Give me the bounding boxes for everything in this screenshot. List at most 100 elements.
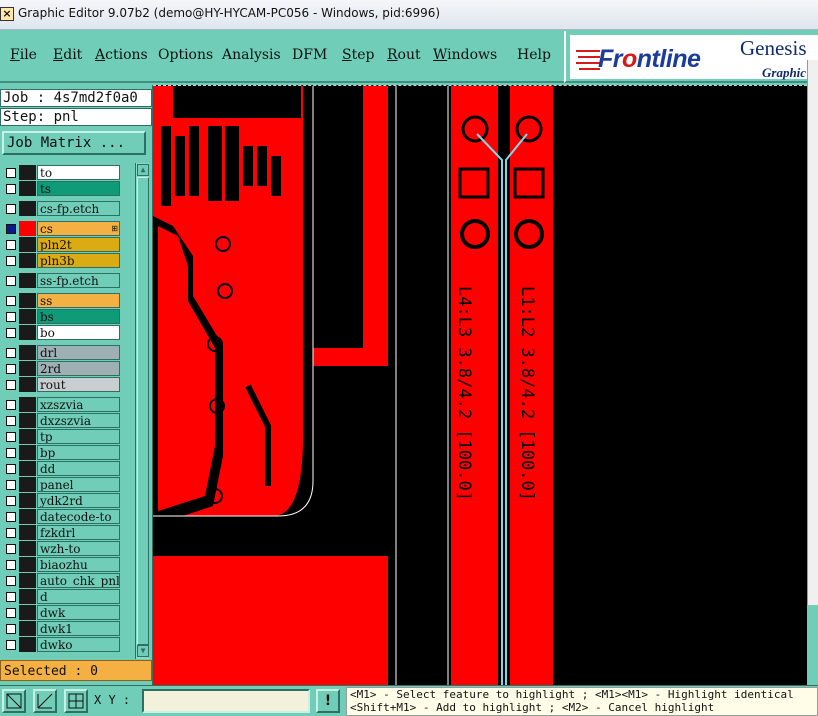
layer-name[interactable]: dd <box>37 461 120 476</box>
layer-affected-toggle[interactable] <box>19 429 36 444</box>
layer-affected-toggle[interactable] <box>19 221 36 236</box>
layer-checkbox[interactable] <box>6 168 16 178</box>
layer-checkbox[interactable] <box>6 256 16 266</box>
layer-name[interactable]: dxzszvia <box>37 413 120 428</box>
layer-affected-toggle[interactable] <box>19 273 36 288</box>
layer-checkbox[interactable] <box>6 204 16 214</box>
layer-affected-toggle[interactable] <box>19 345 36 360</box>
layer-affected-toggle[interactable] <box>19 397 36 412</box>
layer-row-cs-fp-etch[interactable]: cs-fp.etch <box>2 201 120 216</box>
layer-affected-toggle[interactable] <box>19 461 36 476</box>
menu-actions[interactable]: Actions <box>95 47 148 63</box>
layer-affected-toggle[interactable] <box>19 293 36 308</box>
layer-checkbox[interactable] <box>6 380 16 390</box>
layer-row-dd[interactable]: dd <box>2 461 120 476</box>
layer-name[interactable]: dwk <box>37 605 120 620</box>
layer-name[interactable]: cs-fp.etch <box>37 201 120 216</box>
layer-checkbox[interactable] <box>6 416 16 426</box>
layer-checkbox[interactable] <box>6 624 16 634</box>
grid-snap-button[interactable] <box>64 689 88 713</box>
layer-name[interactable]: cs <box>37 221 120 236</box>
canvas-side-scroll[interactable] <box>807 60 818 605</box>
layer-name[interactable]: datecode-to <box>37 509 120 524</box>
layer-checkbox[interactable] <box>6 400 16 410</box>
layer-affected-toggle[interactable] <box>19 445 36 460</box>
layer-affected-toggle[interactable] <box>19 361 36 376</box>
menu-edit[interactable]: Edit <box>53 47 82 63</box>
menu-help[interactable]: Help <box>517 47 551 63</box>
warning-button[interactable]: ! <box>316 689 340 713</box>
layer-affected-toggle[interactable] <box>19 413 36 428</box>
layer-row-cs[interactable]: cs ⊞ <box>2 221 120 236</box>
layer-row-ss[interactable]: ss <box>2 293 120 308</box>
layer-row-ts[interactable]: ts <box>2 181 120 196</box>
layer-affected-toggle[interactable] <box>19 309 36 324</box>
layer-name[interactable]: d <box>37 589 120 604</box>
layer-row-d[interactable]: d <box>2 589 120 604</box>
layer-row-ss-fp-etch[interactable]: ss-fp.etch <box>2 273 120 288</box>
layer-affected-toggle[interactable] <box>19 201 36 216</box>
layer-checkbox[interactable] <box>6 348 16 358</box>
layer-name[interactable]: to <box>37 165 120 180</box>
layer-name[interactable]: bp <box>37 445 120 460</box>
layer-affected-toggle[interactable] <box>19 637 36 652</box>
layer-checkbox[interactable] <box>6 364 16 374</box>
layer-row-xzszvia[interactable]: xzszvia <box>2 397 120 412</box>
layer-name[interactable]: ss <box>37 293 120 308</box>
layer-checkbox[interactable] <box>6 608 16 618</box>
layer-name[interactable]: pln2t <box>37 237 120 252</box>
layer-row-bp[interactable]: bp <box>2 445 120 460</box>
layer-scrollbar[interactable]: ▲ ▼ <box>135 163 149 659</box>
layer-affected-toggle[interactable] <box>19 253 36 268</box>
layer-checkbox[interactable] <box>6 276 16 286</box>
layer-checkbox[interactable] <box>6 448 16 458</box>
menu-dfm[interactable]: DFM <box>292 47 327 63</box>
layer-affected-toggle[interactable] <box>19 377 36 392</box>
scroll-down-icon[interactable]: ▼ <box>137 645 149 657</box>
layer-checkbox[interactable] <box>6 576 16 586</box>
layer-name[interactable]: rout <box>37 377 120 392</box>
layer-row-tp[interactable]: tp <box>2 429 120 444</box>
layer-checkbox[interactable] <box>6 328 16 338</box>
layer-checkbox[interactable] <box>6 240 16 250</box>
layer-row-dwk1[interactable]: dwk1 <box>2 621 120 636</box>
layer-name[interactable]: pln3b <box>37 253 120 268</box>
layer-checkbox[interactable] <box>6 432 16 442</box>
layer-name[interactable]: ts <box>37 181 120 196</box>
layer-checkbox[interactable] <box>6 496 16 506</box>
layer-affected-toggle[interactable] <box>19 621 36 636</box>
layer-name[interactable]: drl <box>37 345 120 360</box>
layer-row-pln3b[interactable]: pln3b <box>2 253 120 268</box>
layer-name[interactable]: fzkdrl <box>37 525 120 540</box>
layer-row-panel[interactable]: panel <box>2 477 120 492</box>
scroll-thumb[interactable] <box>137 177 149 645</box>
layer-checkbox[interactable] <box>6 224 16 234</box>
layer-name[interactable]: ss-fp.etch <box>37 273 120 288</box>
layer-row-dwk[interactable]: dwk <box>2 605 120 620</box>
layer-affected-toggle[interactable] <box>19 237 36 252</box>
scroll-up-icon[interactable]: ▲ <box>137 164 149 176</box>
layer-name[interactable]: bs <box>37 309 120 324</box>
menu-rout[interactable]: Rout <box>387 47 421 63</box>
layer-name[interactable]: ydk2rd <box>37 493 120 508</box>
layer-checkbox[interactable] <box>6 560 16 570</box>
layer-name[interactable]: bo <box>37 325 120 340</box>
layer-row-bs[interactable]: bs <box>2 309 120 324</box>
layer-row-to[interactable]: to <box>2 165 120 180</box>
layer-name[interactable]: auto_chk_pnl <box>37 573 120 588</box>
layer-row-bo[interactable]: bo <box>2 325 120 340</box>
layer-row-dxzszvia[interactable]: dxzszvia <box>2 413 120 428</box>
layer-name[interactable]: 2rd <box>37 361 120 376</box>
layer-name[interactable]: panel <box>37 477 120 492</box>
layer-row-auto-chk-pnl[interactable]: auto_chk_pnl <box>2 573 120 588</box>
layer-checkbox[interactable] <box>6 544 16 554</box>
job-matrix-button[interactable]: Job Matrix ... <box>2 131 146 155</box>
menu-options[interactable]: Options <box>158 47 213 63</box>
layer-row-biaozhu[interactable]: biaozhu <box>2 557 120 572</box>
layer-affected-toggle[interactable] <box>19 477 36 492</box>
layer-name[interactable]: dwk1 <box>37 621 120 636</box>
layer-affected-toggle[interactable] <box>19 509 36 524</box>
layer-checkbox[interactable] <box>6 592 16 602</box>
layer-affected-toggle[interactable] <box>19 557 36 572</box>
layer-row-wzh-to[interactable]: wzh-to <box>2 541 120 556</box>
